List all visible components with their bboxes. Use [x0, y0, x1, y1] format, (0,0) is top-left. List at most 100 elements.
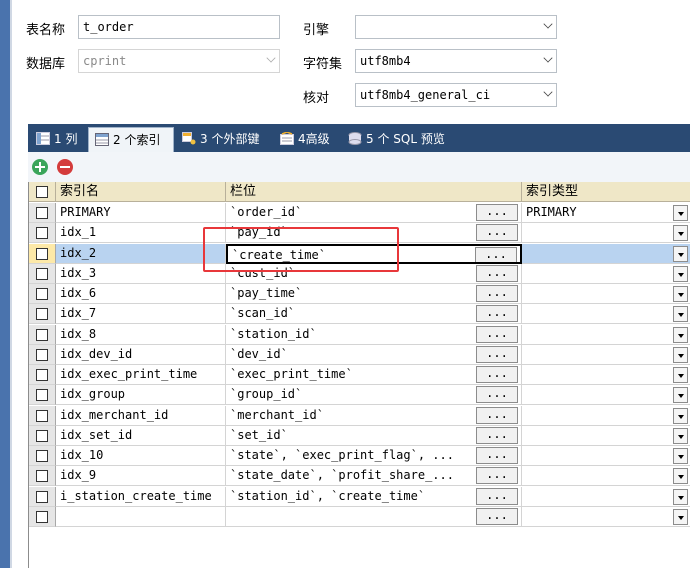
index-columns-cell[interactable]: `state`, `exec_print_flag`, ......: [226, 446, 522, 466]
dropdown-arrow-icon[interactable]: [673, 488, 688, 505]
table-row[interactable]: idx_merchant_id `merchant_id`...: [29, 405, 690, 426]
table-row[interactable]: idx_3 `cust_id`...: [29, 263, 690, 284]
checkbox[interactable]: [36, 470, 48, 483]
dropdown-arrow-icon[interactable]: [673, 205, 688, 221]
index-name-cell[interactable]: i_station_create_time: [56, 486, 226, 507]
row-header[interactable]: [29, 203, 56, 223]
tab-sql-preview[interactable]: 5 个 SQL 预览: [342, 127, 460, 152]
table-row[interactable]: PRIMARY `order_id`... PRIMARY: [29, 203, 690, 223]
index-name-cell[interactable]: idx_7: [56, 304, 226, 325]
index-type-cell[interactable]: [522, 466, 690, 487]
column-picker-button[interactable]: ...: [476, 467, 518, 485]
charset-select[interactable]: utf8mb4: [355, 49, 557, 73]
column-picker-button[interactable]: ...: [475, 246, 517, 262]
column-picker-button[interactable]: ...: [476, 204, 518, 221]
dropdown-arrow-icon[interactable]: [673, 367, 688, 383]
index-name-cell[interactable]: idx_exec_print_time: [56, 365, 226, 385]
index-columns-cell[interactable]: `station_id`...: [226, 324, 522, 345]
dropdown-arrow-icon[interactable]: [673, 427, 688, 444]
row-header[interactable]: [29, 365, 56, 385]
index-columns-cell[interactable]: `exec_print_time`...: [226, 365, 522, 385]
index-type-cell[interactable]: [522, 446, 690, 466]
table-row[interactable]: idx_dev_id `dev_id`...: [29, 344, 690, 365]
index-name-cell[interactable]: idx_dev_id: [56, 344, 226, 365]
index-name-cell[interactable]: idx_3: [56, 263, 226, 284]
checkbox[interactable]: [36, 510, 48, 523]
table-row[interactable]: idx_set_id `set_id`...: [29, 425, 690, 446]
index-columns-cell[interactable]: `cust_id`...: [226, 263, 522, 284]
index-columns-cell[interactable]: `order_id`...: [226, 203, 522, 223]
checkbox[interactable]: [36, 348, 48, 361]
checkbox[interactable]: [36, 450, 48, 462]
dropdown-arrow-icon[interactable]: [673, 286, 688, 302]
index-columns-cell[interactable]: `set_id`...: [226, 425, 522, 446]
checkbox[interactable]: [36, 369, 48, 381]
dropdown-arrow-icon[interactable]: [673, 508, 688, 525]
row-header[interactable]: [29, 405, 56, 426]
checkbox[interactable]: [36, 308, 48, 321]
dropdown-arrow-icon[interactable]: [673, 265, 688, 282]
column-picker-button[interactable]: ...: [476, 264, 518, 282]
tab-advanced[interactable]: 4高级: [274, 127, 340, 152]
table-row[interactable]: idx_8 `station_id`...: [29, 324, 690, 345]
column-picker-button[interactable]: ...: [476, 366, 518, 383]
index-type-cell[interactable]: [522, 385, 690, 406]
index-name-cell[interactable]: PRIMARY: [56, 203, 226, 223]
index-type-cell[interactable]: [522, 406, 690, 426]
dropdown-arrow-icon[interactable]: [673, 306, 688, 323]
header-index-type[interactable]: 索引类型: [522, 182, 690, 202]
row-header[interactable]: [29, 425, 56, 446]
index-name-cell[interactable]: idx_group: [56, 385, 226, 406]
checkbox[interactable]: [36, 389, 48, 402]
row-header[interactable]: [29, 324, 56, 345]
index-name-cell[interactable]: [56, 506, 226, 527]
column-picker-button[interactable]: ...: [476, 305, 518, 323]
index-name-cell[interactable]: idx_6: [56, 284, 226, 304]
table-row[interactable]: idx_1 `pay_id`...: [29, 223, 690, 244]
index-columns-cell[interactable]: `create_time`...: [226, 243, 522, 264]
index-columns-cell[interactable]: `dev_id`...: [226, 344, 522, 365]
index-type-cell[interactable]: [522, 507, 690, 527]
tab-foreign-keys[interactable]: 3 个外部键: [176, 127, 272, 152]
index-name-cell[interactable]: idx_10: [56, 446, 226, 466]
row-header[interactable]: [29, 344, 56, 365]
row-header[interactable]: [29, 466, 56, 487]
index-type-cell[interactable]: [522, 223, 690, 244]
column-picker-button[interactable]: ...: [476, 224, 518, 242]
table-row[interactable]: idx_7 `scan_id`...: [29, 304, 690, 325]
index-columns-cell[interactable]: `state_date`, `profit_share_......: [226, 466, 522, 487]
row-header[interactable]: [29, 304, 56, 325]
column-picker-button[interactable]: ...: [476, 487, 518, 505]
row-header[interactable]: [29, 223, 56, 244]
checkbox[interactable]: [36, 288, 48, 300]
index-type-cell[interactable]: [522, 345, 690, 365]
table-row[interactable]: idx_group `group_id`...: [29, 385, 690, 406]
add-icon[interactable]: [32, 159, 48, 175]
checkbox[interactable]: [36, 227, 48, 240]
dropdown-arrow-icon[interactable]: [673, 346, 688, 363]
index-name-cell[interactable]: idx_8: [56, 324, 226, 345]
collation-select[interactable]: utf8mb4_general_ci: [355, 83, 557, 107]
column-picker-button[interactable]: ...: [476, 325, 518, 343]
header-columns[interactable]: 栏位: [226, 182, 522, 202]
table-row[interactable]: i_station_create_time `station_id`, `crea…: [29, 486, 690, 507]
index-columns-cell[interactable]: ...: [226, 506, 522, 527]
index-name-cell[interactable]: idx_2: [56, 243, 226, 264]
dropdown-arrow-icon[interactable]: [673, 225, 688, 242]
column-picker-button[interactable]: ...: [476, 447, 518, 464]
header-index-name[interactable]: 索引名: [56, 182, 226, 202]
index-type-cell[interactable]: [522, 426, 690, 446]
index-name-cell[interactable]: idx_9: [56, 466, 226, 487]
index-columns-cell[interactable]: `pay_id`...: [226, 223, 522, 244]
index-type-cell[interactable]: [522, 264, 690, 284]
column-picker-button[interactable]: ...: [476, 426, 518, 444]
table-row[interactable]: idx_6 `pay_time`...: [29, 284, 690, 304]
index-type-cell[interactable]: [522, 304, 690, 325]
column-picker-button[interactable]: ...: [476, 507, 518, 525]
index-type-cell[interactable]: [522, 487, 690, 507]
table-row[interactable]: idx_9 `state_date`, `profit_share_......: [29, 466, 690, 487]
engine-select[interactable]: [355, 15, 557, 39]
index-type-cell[interactable]: [522, 284, 690, 304]
dropdown-arrow-icon[interactable]: [673, 407, 688, 424]
tab-columns[interactable]: 1 列: [30, 127, 86, 152]
